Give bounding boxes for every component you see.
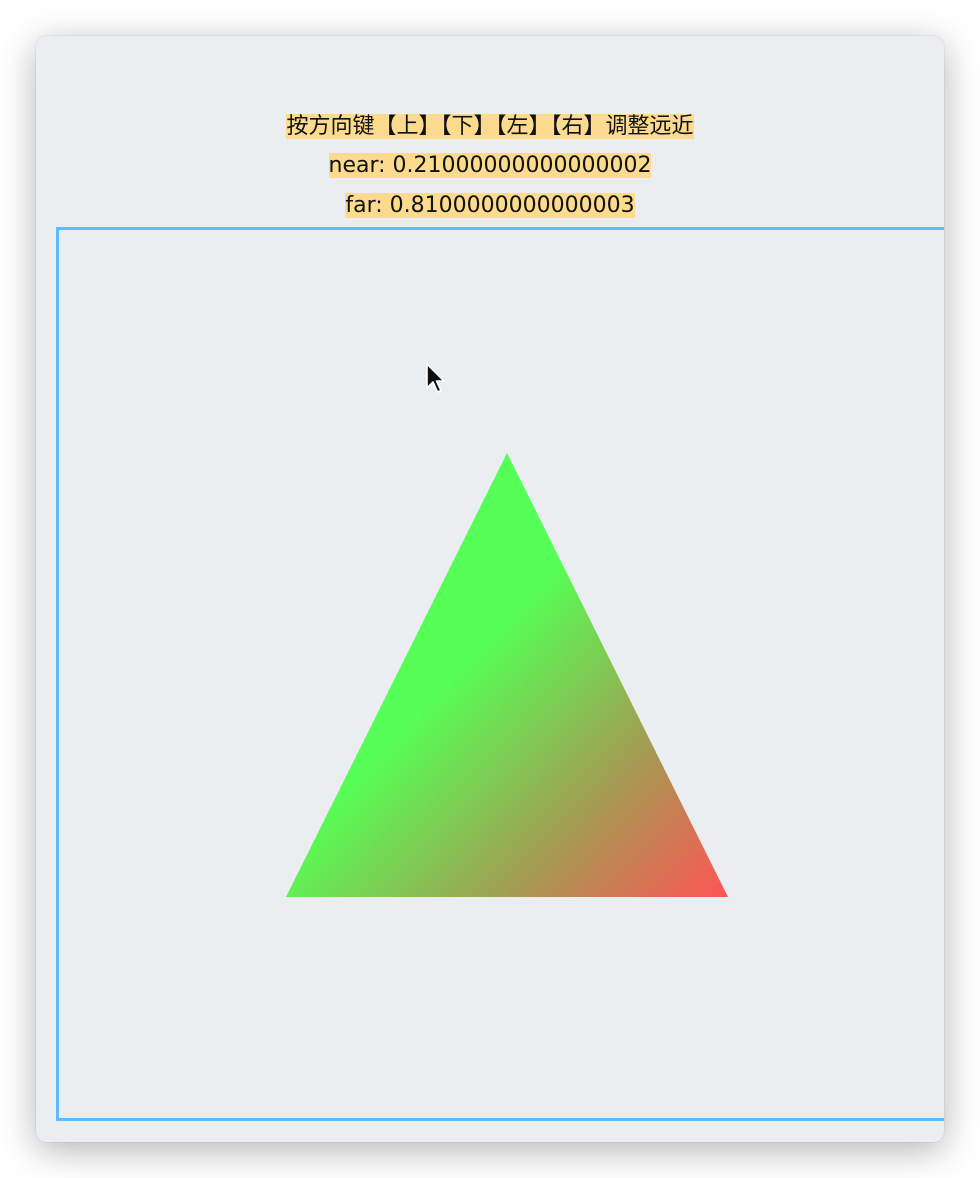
triangle-render [286, 453, 728, 897]
instructions-text: 按方向键【上】【下】【左】【右】调整远近 [286, 114, 694, 139]
app-window: 按方向键【上】【下】【左】【右】调整远近 near: 0.21000000000… [36, 36, 944, 1142]
colored-triangle [286, 453, 728, 897]
far-line: far: 0.8100000000000003 [36, 193, 944, 219]
near-line: near: 0.21000000000000002 [36, 153, 944, 179]
near-value-text: near: 0.21000000000000002 [328, 153, 652, 178]
instructions-line: 按方向键【上】【下】【左】【右】调整远近 [36, 114, 944, 140]
webgl-canvas[interactable] [56, 227, 944, 1121]
mouse-pointer-icon [426, 363, 445, 393]
far-value-text: far: 0.8100000000000003 [345, 193, 635, 218]
